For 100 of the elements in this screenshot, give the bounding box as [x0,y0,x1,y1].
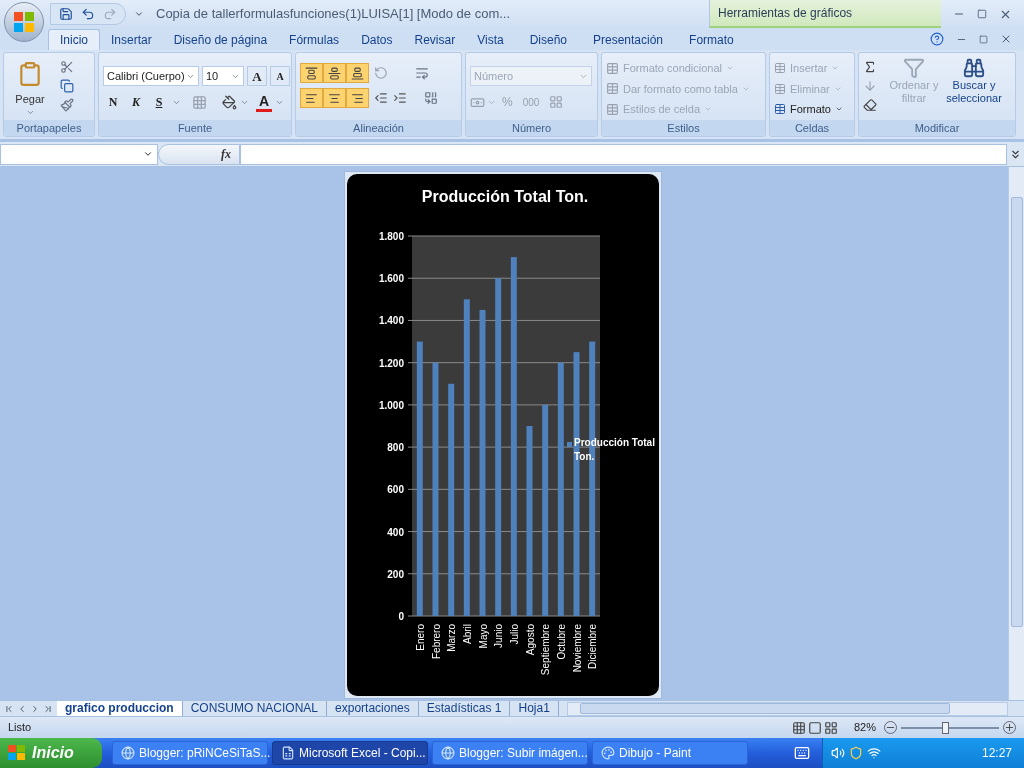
table-icon [774,82,786,95]
shield-icon[interactable] [849,746,863,760]
clear-icon[interactable] [863,98,877,112]
merge-icon[interactable] [424,91,438,105]
clipboard-icon [17,61,43,87]
ribbon-tab[interactable]: Revisar [403,29,467,50]
ribbon-tab[interactable]: Formato [678,29,745,50]
taskbar-button[interactable]: Blogger: Subir imágen... [432,741,588,765]
orientation-icon[interactable] [374,66,388,80]
office-logo [13,11,35,33]
find-select-button[interactable]: Buscar y seleccionar [939,57,1009,120]
zoom-slider[interactable] [901,720,999,735]
undo-icon[interactable] [81,7,95,21]
page-break-icon[interactable] [823,720,838,735]
font-size-field[interactable]: 10 [202,66,244,86]
last-sheet-icon[interactable] [43,703,53,714]
keyboard-icon[interactable] [794,745,810,761]
align-icon[interactable] [300,88,323,108]
format-painter-icon[interactable] [60,98,74,112]
status-text: Listo [8,720,32,736]
decrease-indent-icon[interactable] [374,91,388,105]
font-color-button[interactable]: A [256,92,273,112]
bold-button[interactable]: N [103,92,123,112]
copy-icon[interactable] [60,79,74,93]
cut-icon[interactable] [60,60,74,74]
globe-icon [121,746,135,760]
chart-title: Producción Total Ton. [421,188,589,205]
font-name-field[interactable]: Calibri (Cuerpo) [103,66,199,86]
ribbon-tab[interactable]: Vista [466,29,515,50]
axis-label: Enero [414,624,426,651]
shrink-font-button[interactable]: A [270,66,290,86]
table-icon [606,102,619,116]
formula-field[interactable] [240,143,1007,165]
fill-icon[interactable] [863,79,877,93]
paste-button[interactable]: Pegar [8,57,52,120]
first-sheet-icon[interactable] [4,703,14,714]
wrap-text-icon[interactable] [415,66,429,80]
next-sheet-icon[interactable] [30,703,40,714]
palette-icon [601,746,615,760]
align-icon[interactable] [300,63,323,83]
ribbon-tab[interactable]: Inicio [48,29,100,50]
table-icon [606,82,619,96]
insert-function-button[interactable]: fx [221,145,231,163]
axis-label: Junio [493,624,505,648]
axis-label: 600 [387,484,404,496]
group-label: Celdas [794,120,830,136]
borders-icon[interactable] [192,94,207,110]
axis-label: Diciembre [587,624,599,669]
ribbon-tab[interactable]: Fórmulas [278,29,351,50]
page-layout-icon[interactable] [807,720,822,735]
close-icon[interactable] [1000,33,1012,45]
ribbon-tab[interactable]: Insertar [100,29,163,50]
customize-icon[interactable] [134,9,144,19]
align-icon[interactable] [323,63,346,83]
axis-label: Septiembre [540,624,552,676]
axis-label: 0 [398,611,404,622]
autosum-icon[interactable] [863,60,877,74]
previous-sheet-icon[interactable] [17,703,27,714]
globe-icon [441,746,455,760]
sheet-tab[interactable]: grafico produccion [57,700,183,717]
clock: 12:27 [981,745,1012,762]
ribbon-tab[interactable]: Presentación [582,29,675,50]
group-label: Portapapeles [16,120,82,136]
group-label: Fuente [177,120,213,136]
align-icon[interactable] [346,88,369,108]
taskbar-button[interactable]: Blogger: pRiNCeSiTaS... [112,741,268,765]
italic-button[interactable]: K [126,92,146,112]
binoculars-icon [963,57,985,79]
volume-icon[interactable] [831,746,845,760]
zoom-in-icon[interactable] [1003,721,1016,734]
maximize-icon[interactable] [979,34,988,44]
taskbar-button[interactable]: Dibujo - Paint [592,741,748,765]
save-icon[interactable] [59,7,73,21]
funnel-icon [903,57,925,79]
maximize-icon[interactable] [977,9,987,19]
caret-icon [143,149,153,159]
align-icon[interactable] [323,88,346,108]
network-icon[interactable] [867,746,881,760]
ribbon-tab[interactable]: Datos [350,29,404,50]
underline-button[interactable]: S [149,92,169,112]
cells-menu-item[interactable]: Formato [774,101,843,118]
zoom-level: 82% [853,720,876,736]
axis-label: Febrero [430,624,442,659]
axis-label: 200 [387,568,404,580]
axis-label: Agosto [524,624,536,656]
axis-label: 1.400 [378,315,404,327]
axis-label: 1.600 [378,273,404,285]
table-icon [774,103,786,116]
align-icon[interactable] [346,63,369,83]
group-label: Alineación [353,120,404,136]
increase-indent-icon[interactable] [393,91,407,105]
taskbar-button[interactable]: Microsoft Excel - Copi... [272,741,428,765]
fill-color-icon[interactable] [222,94,237,110]
help-icon[interactable] [930,32,944,46]
normal-view-icon[interactable] [791,720,806,735]
ribbon-tab[interactable]: Diseño de página [162,29,279,50]
grow-font-button[interactable]: A [247,66,267,86]
axis-label: Mayo [477,624,489,649]
ribbon-tab[interactable]: Diseño [518,29,578,50]
axis-label: Marzo [446,624,458,652]
